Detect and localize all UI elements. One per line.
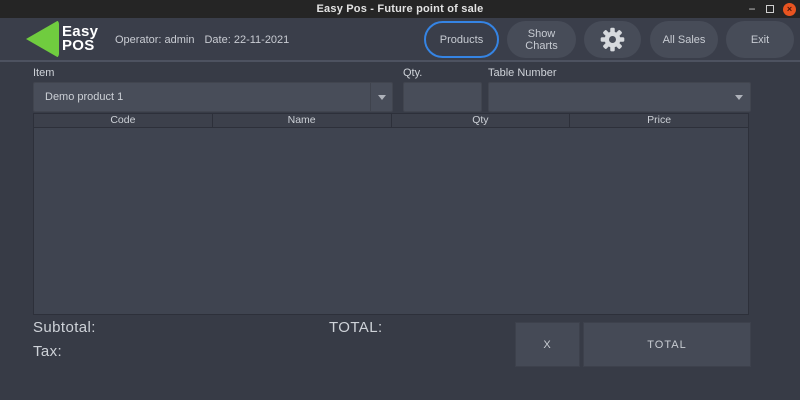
minimize-icon[interactable]: −: [747, 3, 757, 15]
qty-label: Qty.: [403, 67, 423, 79]
app-header: Easy POS Operator: admin Date: 22-11-202…: [0, 18, 800, 62]
qty-input[interactable]: [403, 82, 482, 112]
gear-icon: [600, 27, 625, 52]
table-number-dropdown[interactable]: [728, 83, 750, 111]
column-header-code[interactable]: Code: [34, 114, 213, 127]
item-label: Item: [33, 67, 55, 79]
exit-button[interactable]: Exit: [726, 21, 794, 58]
sales-table: Code Name Qty Price: [33, 113, 749, 315]
table-number-select[interactable]: [488, 82, 751, 112]
window-controls: − ×: [747, 0, 796, 18]
column-header-name[interactable]: Name: [213, 114, 392, 127]
logo-triangle-icon: [26, 20, 59, 58]
logo-text: Easy POS: [62, 24, 98, 54]
subtotal-label: Subtotal:: [33, 319, 96, 336]
total-label: TOTAL:: [329, 319, 383, 336]
clear-button[interactable]: X: [515, 322, 580, 367]
tax-label: Tax:: [33, 343, 63, 360]
chevron-down-icon: [735, 94, 743, 100]
close-icon[interactable]: ×: [783, 2, 796, 16]
window-titlebar: Easy Pos - Future point of sale − ×: [0, 0, 800, 18]
column-header-price[interactable]: Price: [570, 114, 748, 127]
column-header-qty[interactable]: Qty: [392, 114, 571, 127]
chevron-down-icon: [377, 94, 386, 100]
session-info: Operator: admin Date: 22-11-2021: [115, 18, 289, 62]
table-number-label: Table Number: [488, 67, 557, 79]
total-button[interactable]: TOTAL: [583, 322, 751, 367]
products-button[interactable]: Products: [424, 21, 499, 58]
sales-table-header: Code Name Qty Price: [34, 114, 748, 128]
item-select[interactable]: Demo product 1: [33, 82, 393, 112]
item-select-value: Demo product 1: [45, 91, 124, 103]
easy-pos-logo: Easy POS: [26, 20, 98, 58]
all-sales-button[interactable]: All Sales: [650, 21, 718, 58]
easy-pos-window: Easy Pos - Future point of sale − × Easy…: [0, 0, 800, 400]
sales-table-body[interactable]: [34, 128, 748, 314]
logo-line2: POS: [62, 37, 95, 54]
window-title: Easy Pos - Future point of sale: [316, 3, 484, 15]
date-label: Date: 22-11-2021: [204, 34, 290, 46]
show-charts-button[interactable]: Show Charts: [507, 21, 576, 58]
settings-button[interactable]: [584, 21, 641, 58]
item-select-dropdown[interactable]: [370, 83, 392, 111]
maximize-icon[interactable]: [766, 5, 774, 13]
operator-label: Operator: admin: [115, 34, 195, 46]
